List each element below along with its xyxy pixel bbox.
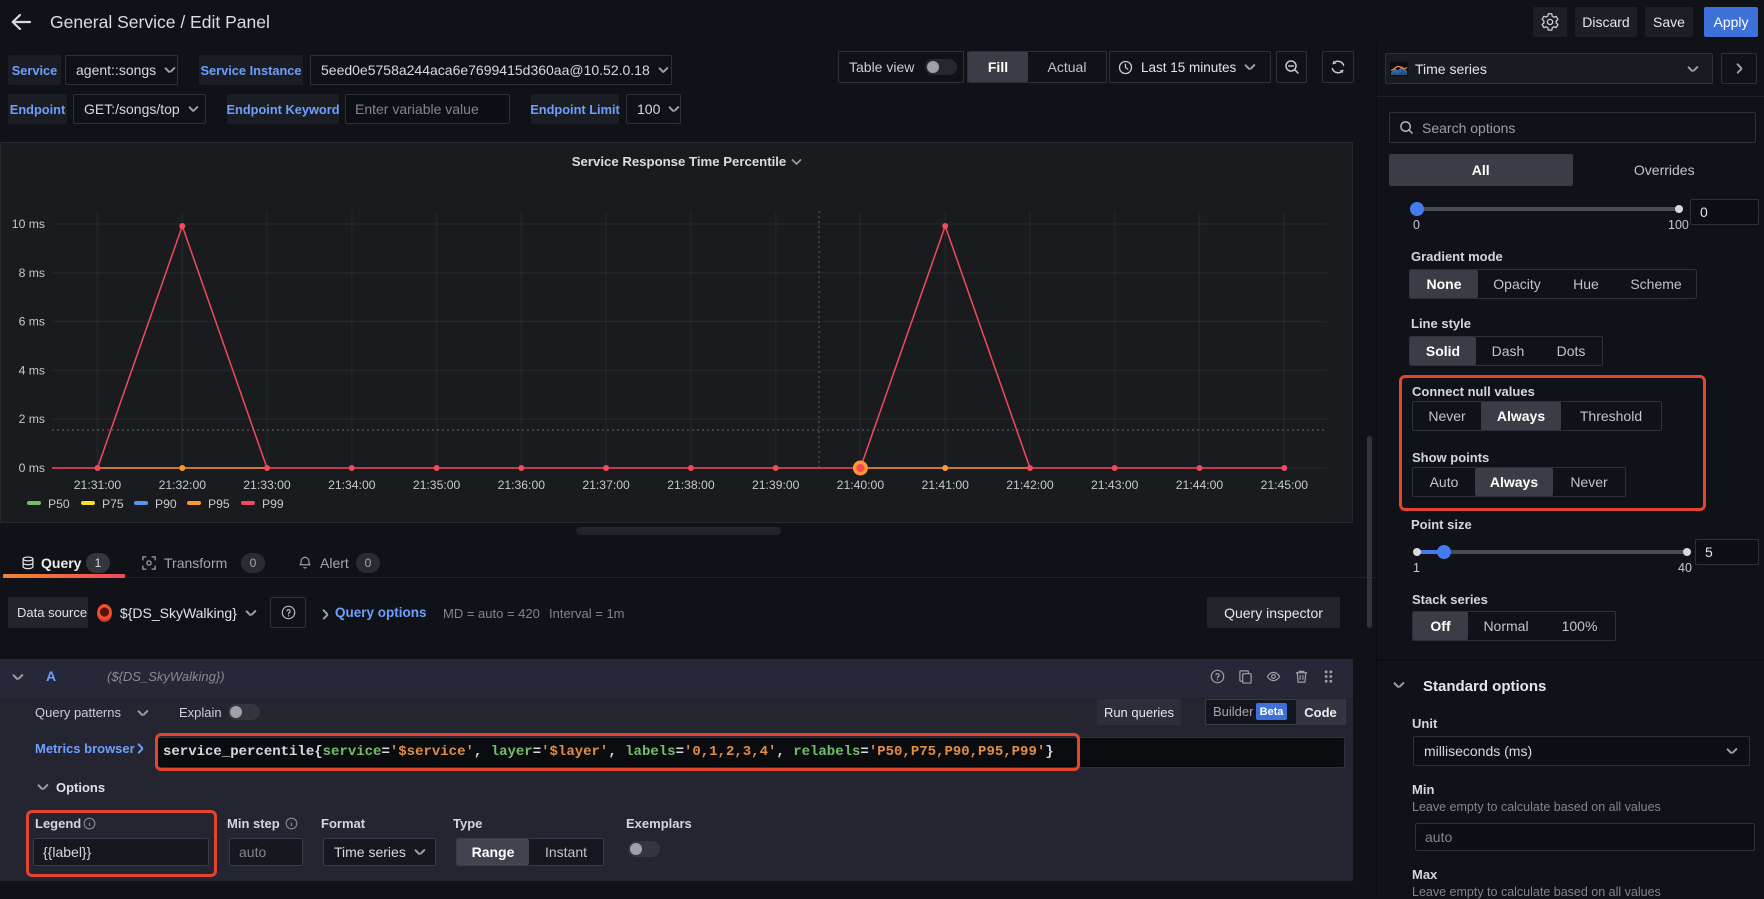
svg-text:P75: P75	[102, 497, 124, 511]
svg-text:21:44:00: 21:44:00	[1176, 478, 1224, 492]
svg-text:21:43:00: 21:43:00	[1091, 478, 1139, 492]
svg-text:10 ms: 10 ms	[12, 217, 45, 231]
svg-text:6 ms: 6 ms	[19, 315, 45, 329]
svg-text:21:34:00: 21:34:00	[328, 478, 376, 492]
svg-text:21:45:00: 21:45:00	[1261, 478, 1309, 492]
svg-text:P90: P90	[155, 497, 177, 511]
svg-text:21:32:00: 21:32:00	[159, 478, 207, 492]
svg-text:21:33:00: 21:33:00	[243, 478, 291, 492]
svg-text:P95: P95	[208, 497, 230, 511]
svg-text:21:41:00: 21:41:00	[921, 478, 969, 492]
svg-text:21:40:00: 21:40:00	[837, 478, 885, 492]
svg-text:2 ms: 2 ms	[19, 412, 45, 426]
svg-text:21:37:00: 21:37:00	[582, 478, 630, 492]
svg-text:21:35:00: 21:35:00	[413, 478, 461, 492]
svg-text:P50: P50	[48, 497, 70, 511]
svg-text:21:31:00: 21:31:00	[74, 478, 122, 492]
svg-text:P99: P99	[262, 497, 284, 511]
svg-text:21:38:00: 21:38:00	[667, 478, 715, 492]
svg-text:8 ms: 8 ms	[19, 266, 45, 280]
svg-text:21:42:00: 21:42:00	[1006, 478, 1054, 492]
svg-text:4 ms: 4 ms	[19, 363, 45, 377]
svg-text:21:39:00: 21:39:00	[752, 478, 800, 492]
svg-text:0 ms: 0 ms	[19, 461, 45, 475]
svg-text:21:36:00: 21:36:00	[498, 478, 546, 492]
svg-text:Service Response Time Percenti: Service Response Time Percentile	[572, 154, 787, 169]
